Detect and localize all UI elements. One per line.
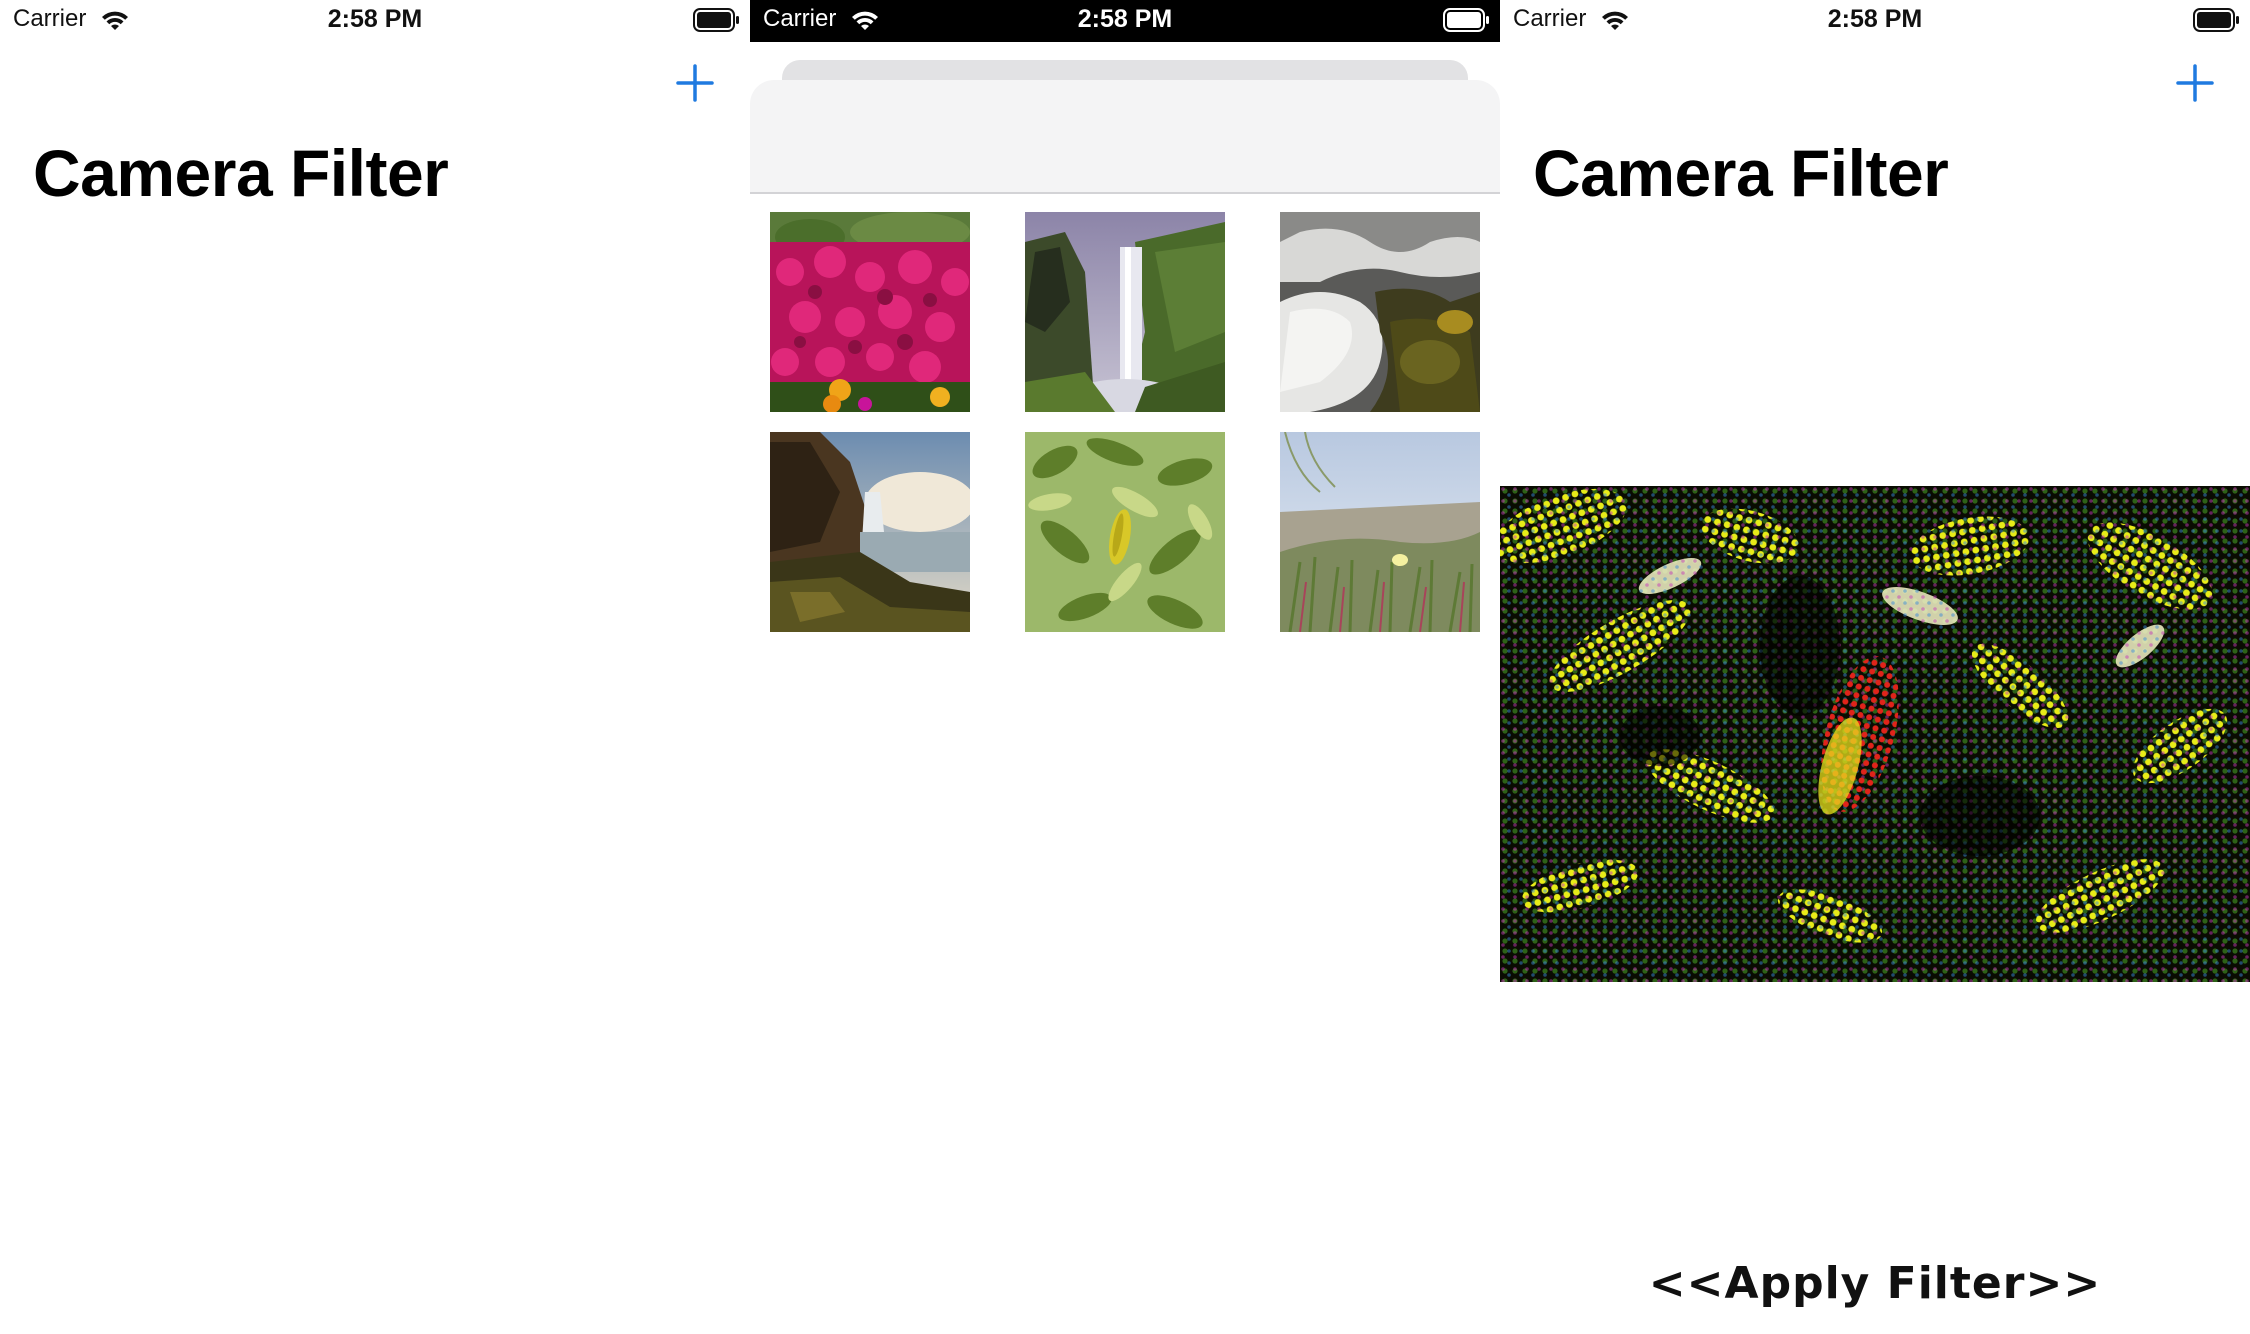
photo-thumbnail-leaves[interactable] <box>1025 432 1225 632</box>
status-bar: Carrier 2:58 PM <box>750 0 1500 42</box>
sheet-header <box>750 80 1500 194</box>
screen-home-empty: Carrier 2:58 PM Camera Filter <box>0 0 750 1334</box>
add-button[interactable] <box>672 60 718 106</box>
battery-icon <box>2193 8 2239 32</box>
screen-photo-picker: Carrier 2:58 PM <box>750 0 1500 1334</box>
status-bar: Carrier 2:58 PM <box>1500 0 2250 42</box>
photo-thumbnail-waterfall[interactable] <box>1025 212 1225 412</box>
rapids-photo <box>1280 212 1480 412</box>
status-time: 2:58 PM <box>327 5 423 33</box>
flowers-photo <box>770 212 970 412</box>
battery-icon <box>1443 8 1489 32</box>
waterfall-photo <box>1025 212 1225 412</box>
page-title: Camera Filter <box>33 136 449 210</box>
photo-thumbnail-rapids[interactable] <box>1280 212 1480 412</box>
status-time: 2:58 PM <box>1827 5 1923 33</box>
halftone-leaves-image <box>1500 486 2250 982</box>
filtered-image <box>1500 486 2250 982</box>
status-bar: Carrier 2:58 PM <box>0 0 750 42</box>
plus-icon <box>2176 64 2214 102</box>
photo-picker-sheet <box>750 80 1500 1334</box>
cliff-waterfall-photo <box>770 432 970 632</box>
screen-filter-result: Carrier 2:58 PM Camera Filter <<Apply Fi… <box>1500 0 2250 1334</box>
photo-thumbnail-cliff-waterfall[interactable] <box>770 432 970 632</box>
photo-thumbnail-flowers[interactable] <box>770 212 970 412</box>
grass-photo <box>1280 432 1480 632</box>
apply-filter-button[interactable]: <<Apply Filter>> <box>1500 1258 2250 1309</box>
plus-icon <box>676 64 714 102</box>
photo-thumbnail-grass[interactable] <box>1280 432 1480 632</box>
leaves-photo <box>1025 432 1225 632</box>
add-button[interactable] <box>2172 60 2218 106</box>
status-time: 2:58 PM <box>1077 5 1173 33</box>
battery-icon <box>693 8 739 32</box>
page-title: Camera Filter <box>1533 136 1949 210</box>
